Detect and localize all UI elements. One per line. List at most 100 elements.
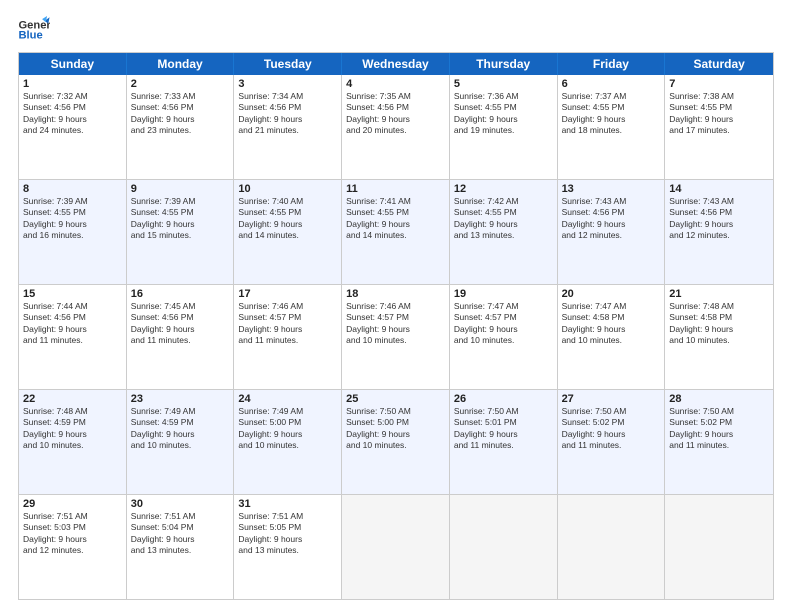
header-day-friday: Friday bbox=[558, 53, 666, 75]
calendar-cell: 22Sunrise: 7:48 AMSunset: 4:59 PMDayligh… bbox=[19, 390, 127, 494]
cell-info: Sunrise: 7:45 AMSunset: 4:56 PMDaylight:… bbox=[131, 301, 230, 347]
cell-info: Sunrise: 7:34 AMSunset: 4:56 PMDaylight:… bbox=[238, 91, 337, 137]
calendar-cell: 24Sunrise: 7:49 AMSunset: 5:00 PMDayligh… bbox=[234, 390, 342, 494]
calendar-body: 1Sunrise: 7:32 AMSunset: 4:56 PMDaylight… bbox=[19, 75, 773, 599]
day-number: 15 bbox=[23, 288, 122, 300]
logo: General Blue bbox=[18, 16, 50, 44]
day-number: 22 bbox=[23, 393, 122, 405]
calendar-cell: 30Sunrise: 7:51 AMSunset: 5:04 PMDayligh… bbox=[127, 495, 235, 599]
calendar-cell: 6Sunrise: 7:37 AMSunset: 4:55 PMDaylight… bbox=[558, 75, 666, 179]
day-number: 14 bbox=[669, 183, 769, 195]
cell-info: Sunrise: 7:38 AMSunset: 4:55 PMDaylight:… bbox=[669, 91, 769, 137]
header-day-monday: Monday bbox=[127, 53, 235, 75]
calendar-cell bbox=[450, 495, 558, 599]
cell-info: Sunrise: 7:49 AMSunset: 5:00 PMDaylight:… bbox=[238, 406, 337, 452]
header: General Blue bbox=[18, 16, 774, 44]
calendar-cell bbox=[558, 495, 666, 599]
calendar-cell: 23Sunrise: 7:49 AMSunset: 4:59 PMDayligh… bbox=[127, 390, 235, 494]
day-number: 3 bbox=[238, 78, 337, 90]
day-number: 29 bbox=[23, 498, 122, 510]
cell-info: Sunrise: 7:51 AMSunset: 5:04 PMDaylight:… bbox=[131, 511, 230, 557]
svg-text:Blue: Blue bbox=[18, 29, 42, 41]
calendar-cell: 7Sunrise: 7:38 AMSunset: 4:55 PMDaylight… bbox=[665, 75, 773, 179]
day-number: 26 bbox=[454, 393, 553, 405]
calendar-cell: 26Sunrise: 7:50 AMSunset: 5:01 PMDayligh… bbox=[450, 390, 558, 494]
header-day-thursday: Thursday bbox=[450, 53, 558, 75]
page: General Blue SundayMondayTuesdayWednesda… bbox=[0, 0, 792, 612]
calendar: SundayMondayTuesdayWednesdayThursdayFrid… bbox=[18, 52, 774, 600]
day-number: 16 bbox=[131, 288, 230, 300]
calendar-cell: 21Sunrise: 7:48 AMSunset: 4:58 PMDayligh… bbox=[665, 285, 773, 389]
header-day-saturday: Saturday bbox=[665, 53, 773, 75]
cell-info: Sunrise: 7:50 AMSunset: 5:00 PMDaylight:… bbox=[346, 406, 445, 452]
calendar-cell: 31Sunrise: 7:51 AMSunset: 5:05 PMDayligh… bbox=[234, 495, 342, 599]
cell-info: Sunrise: 7:35 AMSunset: 4:56 PMDaylight:… bbox=[346, 91, 445, 137]
cell-info: Sunrise: 7:49 AMSunset: 4:59 PMDaylight:… bbox=[131, 406, 230, 452]
calendar-cell: 16Sunrise: 7:45 AMSunset: 4:56 PMDayligh… bbox=[127, 285, 235, 389]
day-number: 1 bbox=[23, 78, 122, 90]
day-number: 28 bbox=[669, 393, 769, 405]
header-day-sunday: Sunday bbox=[19, 53, 127, 75]
day-number: 6 bbox=[562, 78, 661, 90]
cell-info: Sunrise: 7:40 AMSunset: 4:55 PMDaylight:… bbox=[238, 196, 337, 242]
cell-info: Sunrise: 7:47 AMSunset: 4:58 PMDaylight:… bbox=[562, 301, 661, 347]
day-number: 8 bbox=[23, 183, 122, 195]
calendar-cell: 12Sunrise: 7:42 AMSunset: 4:55 PMDayligh… bbox=[450, 180, 558, 284]
day-number: 11 bbox=[346, 183, 445, 195]
cell-info: Sunrise: 7:44 AMSunset: 4:56 PMDaylight:… bbox=[23, 301, 122, 347]
calendar-cell: 14Sunrise: 7:43 AMSunset: 4:56 PMDayligh… bbox=[665, 180, 773, 284]
cell-info: Sunrise: 7:33 AMSunset: 4:56 PMDaylight:… bbox=[131, 91, 230, 137]
day-number: 7 bbox=[669, 78, 769, 90]
calendar-cell: 13Sunrise: 7:43 AMSunset: 4:56 PMDayligh… bbox=[558, 180, 666, 284]
cell-info: Sunrise: 7:41 AMSunset: 4:55 PMDaylight:… bbox=[346, 196, 445, 242]
calendar-row-0: 1Sunrise: 7:32 AMSunset: 4:56 PMDaylight… bbox=[19, 75, 773, 180]
header-day-wednesday: Wednesday bbox=[342, 53, 450, 75]
calendar-cell: 20Sunrise: 7:47 AMSunset: 4:58 PMDayligh… bbox=[558, 285, 666, 389]
calendar-cell: 25Sunrise: 7:50 AMSunset: 5:00 PMDayligh… bbox=[342, 390, 450, 494]
cell-info: Sunrise: 7:36 AMSunset: 4:55 PMDaylight:… bbox=[454, 91, 553, 137]
day-number: 25 bbox=[346, 393, 445, 405]
calendar-cell: 10Sunrise: 7:40 AMSunset: 4:55 PMDayligh… bbox=[234, 180, 342, 284]
day-number: 17 bbox=[238, 288, 337, 300]
cell-info: Sunrise: 7:39 AMSunset: 4:55 PMDaylight:… bbox=[23, 196, 122, 242]
cell-info: Sunrise: 7:48 AMSunset: 4:58 PMDaylight:… bbox=[669, 301, 769, 347]
day-number: 10 bbox=[238, 183, 337, 195]
calendar-cell: 2Sunrise: 7:33 AMSunset: 4:56 PMDaylight… bbox=[127, 75, 235, 179]
cell-info: Sunrise: 7:48 AMSunset: 4:59 PMDaylight:… bbox=[23, 406, 122, 452]
calendar-cell: 19Sunrise: 7:47 AMSunset: 4:57 PMDayligh… bbox=[450, 285, 558, 389]
day-number: 4 bbox=[346, 78, 445, 90]
day-number: 9 bbox=[131, 183, 230, 195]
day-number: 31 bbox=[238, 498, 337, 510]
header-day-tuesday: Tuesday bbox=[234, 53, 342, 75]
day-number: 20 bbox=[562, 288, 661, 300]
calendar-header: SundayMondayTuesdayWednesdayThursdayFrid… bbox=[19, 53, 773, 75]
day-number: 21 bbox=[669, 288, 769, 300]
calendar-cell: 17Sunrise: 7:46 AMSunset: 4:57 PMDayligh… bbox=[234, 285, 342, 389]
cell-info: Sunrise: 7:50 AMSunset: 5:01 PMDaylight:… bbox=[454, 406, 553, 452]
calendar-cell: 28Sunrise: 7:50 AMSunset: 5:02 PMDayligh… bbox=[665, 390, 773, 494]
day-number: 19 bbox=[454, 288, 553, 300]
calendar-cell: 1Sunrise: 7:32 AMSunset: 4:56 PMDaylight… bbox=[19, 75, 127, 179]
day-number: 13 bbox=[562, 183, 661, 195]
calendar-row-2: 15Sunrise: 7:44 AMSunset: 4:56 PMDayligh… bbox=[19, 285, 773, 390]
cell-info: Sunrise: 7:51 AMSunset: 5:05 PMDaylight:… bbox=[238, 511, 337, 557]
calendar-cell: 9Sunrise: 7:39 AMSunset: 4:55 PMDaylight… bbox=[127, 180, 235, 284]
cell-info: Sunrise: 7:50 AMSunset: 5:02 PMDaylight:… bbox=[669, 406, 769, 452]
day-number: 27 bbox=[562, 393, 661, 405]
calendar-row-1: 8Sunrise: 7:39 AMSunset: 4:55 PMDaylight… bbox=[19, 180, 773, 285]
cell-info: Sunrise: 7:39 AMSunset: 4:55 PMDaylight:… bbox=[131, 196, 230, 242]
cell-info: Sunrise: 7:46 AMSunset: 4:57 PMDaylight:… bbox=[238, 301, 337, 347]
cell-info: Sunrise: 7:43 AMSunset: 4:56 PMDaylight:… bbox=[562, 196, 661, 242]
day-number: 30 bbox=[131, 498, 230, 510]
calendar-cell: 27Sunrise: 7:50 AMSunset: 5:02 PMDayligh… bbox=[558, 390, 666, 494]
cell-info: Sunrise: 7:43 AMSunset: 4:56 PMDaylight:… bbox=[669, 196, 769, 242]
day-number: 23 bbox=[131, 393, 230, 405]
cell-info: Sunrise: 7:50 AMSunset: 5:02 PMDaylight:… bbox=[562, 406, 661, 452]
calendar-cell: 29Sunrise: 7:51 AMSunset: 5:03 PMDayligh… bbox=[19, 495, 127, 599]
calendar-row-3: 22Sunrise: 7:48 AMSunset: 4:59 PMDayligh… bbox=[19, 390, 773, 495]
calendar-cell: 11Sunrise: 7:41 AMSunset: 4:55 PMDayligh… bbox=[342, 180, 450, 284]
calendar-cell: 18Sunrise: 7:46 AMSunset: 4:57 PMDayligh… bbox=[342, 285, 450, 389]
calendar-cell: 3Sunrise: 7:34 AMSunset: 4:56 PMDaylight… bbox=[234, 75, 342, 179]
day-number: 12 bbox=[454, 183, 553, 195]
calendar-row-4: 29Sunrise: 7:51 AMSunset: 5:03 PMDayligh… bbox=[19, 495, 773, 599]
